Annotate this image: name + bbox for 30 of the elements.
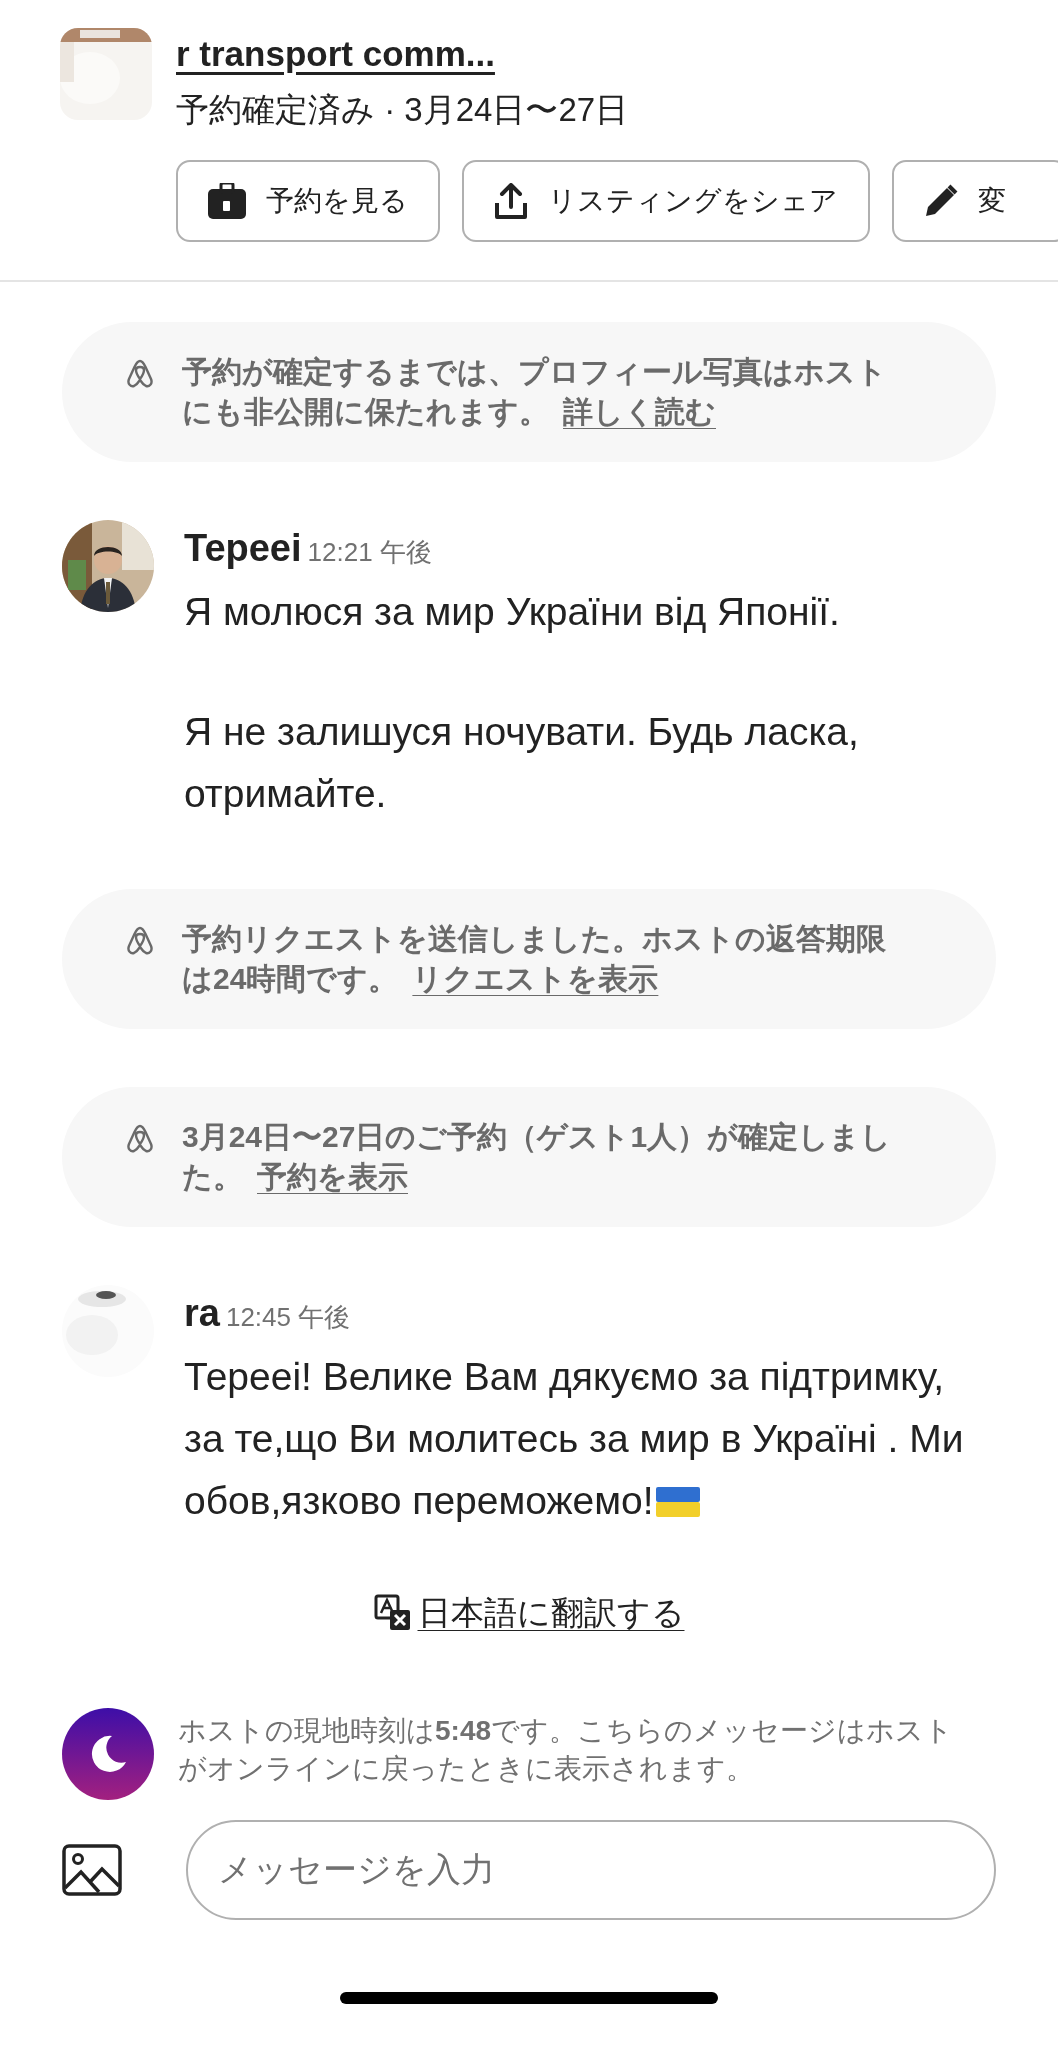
message-text: Я молюся за мир України від Японії.	[184, 589, 841, 635]
message-text: Терееі! Велике Вам дякуємо за підтримку, за те,що Ви молитесь за мир в Україні . Ми обов,язково переможемо!	[184, 1354, 965, 1524]
notice-text: 3月24日〜27日のご予約（ゲスト1人）が確定しました。 予約を表示	[182, 1119, 893, 1195]
edit-button[interactable]: 変	[892, 160, 1058, 242]
notice-link[interactable]: リクエストを表示	[412, 962, 659, 995]
logo-icon	[126, 1123, 154, 1153]
pencil-icon	[924, 184, 958, 218]
view-reservation-button[interactable]: 予約を見る	[176, 160, 440, 242]
share-listing-button[interactable]: リスティングをシェア	[462, 160, 870, 242]
notice-text: 予約リクエストを送信しました。ホストの返答期限は24時間です。 リクエストを表示	[182, 921, 887, 997]
host-time-note: ホストの現地時刻は5:48です。こちらのメッセージはホストがオンラインに戻ったときに表示されます。	[178, 1713, 955, 1786]
reservation-status: 予約確定済み · 3月24日〜27日	[176, 89, 630, 130]
listing-title-link[interactable]: r transport comm...	[176, 28, 1058, 81]
message-text: Я не залишуся ночувати. Будь ласка, отримайте.	[184, 709, 860, 817]
message-time: 12:45 午後	[225, 1301, 351, 1334]
image-icon[interactable]	[62, 1843, 122, 1896]
briefcase-icon	[208, 183, 246, 219]
translate-icon	[373, 1593, 412, 1632]
notice-text: 予約が確定するまでは、プロフィール写真はホストにも非公開に保たれます。 詳しく読む	[182, 354, 888, 430]
logo-icon	[126, 358, 154, 388]
message-input[interactable]: メッセージを入力	[186, 1819, 996, 1920]
message-time: 12:21 午後	[307, 536, 432, 569]
notice-link[interactable]: 詳しく読む	[563, 395, 716, 428]
upload-icon	[494, 183, 528, 219]
sender-name: ra	[184, 1291, 220, 1336]
translate-link[interactable]: 日本語に翻訳する	[373, 1588, 685, 1638]
logo-icon	[126, 925, 154, 955]
home-indicator[interactable]	[340, 1991, 718, 2004]
notice-link[interactable]: 予約を表示	[257, 1160, 408, 1193]
sender-name: Tepeei	[184, 526, 302, 571]
